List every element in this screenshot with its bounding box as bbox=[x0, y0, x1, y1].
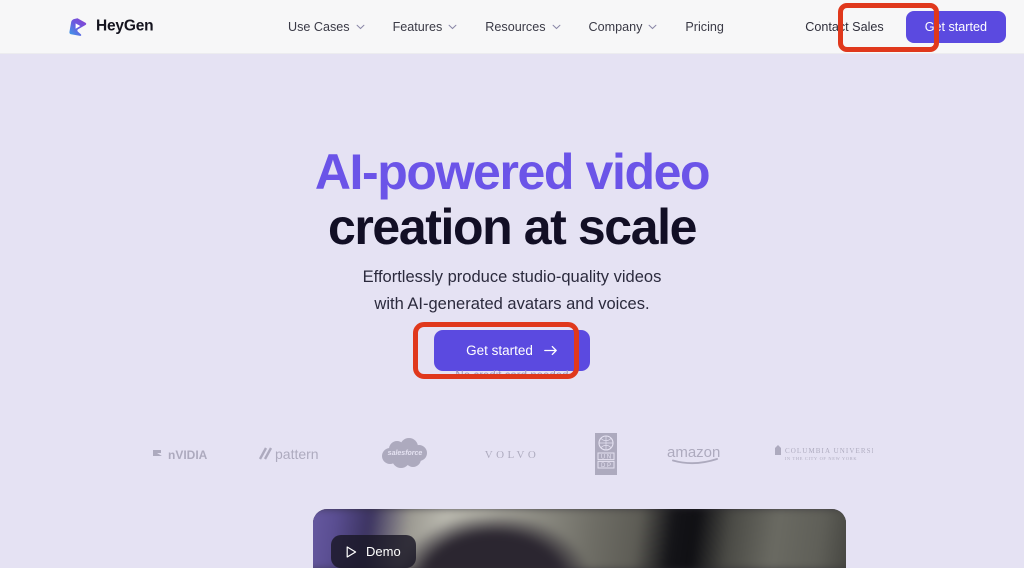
play-icon bbox=[346, 545, 357, 558]
chevron-down-icon bbox=[648, 24, 657, 30]
headline-line-2: creation at scale bbox=[327, 198, 697, 255]
brand-logo-salesforce: salesforce bbox=[379, 436, 431, 472]
demo-badge[interactable]: Demo bbox=[331, 535, 416, 568]
svg-text:pattern: pattern bbox=[275, 446, 319, 462]
chevron-down-icon bbox=[448, 24, 457, 30]
chevron-down-icon bbox=[552, 24, 561, 30]
hero-subheading: Effortlessly produce studio-quality vide… bbox=[0, 264, 1024, 317]
nav-item-pricing[interactable]: Pricing bbox=[685, 20, 724, 34]
svg-text:amazon: amazon bbox=[667, 444, 720, 461]
nav-item-use-cases[interactable]: Use Cases bbox=[288, 20, 365, 34]
customer-logo-strip: nVIDIA pattern salesforce VOLVO U N D P … bbox=[0, 426, 1024, 482]
svg-text:D P: D P bbox=[601, 463, 611, 469]
header-get-started-button[interactable]: Get started bbox=[905, 10, 1006, 43]
brand-logo-nvidia: nVIDIA bbox=[151, 446, 213, 463]
no-credit-card-note: No credit card needed bbox=[455, 370, 569, 382]
hero-cta-container: Get started bbox=[0, 330, 1024, 371]
nav-label: Pricing bbox=[685, 19, 724, 34]
hero-get-started-button[interactable]: Get started bbox=[434, 330, 590, 371]
hero-cta-label: Get started bbox=[466, 343, 533, 358]
header-actions: Contact Sales Get started bbox=[805, 10, 1006, 43]
brand-logo-amazon: amazon bbox=[663, 443, 725, 465]
contact-sales-link[interactable]: Contact Sales bbox=[805, 20, 883, 34]
svg-text:nVIDIA: nVIDIA bbox=[168, 448, 208, 462]
chevron-down-icon bbox=[356, 24, 365, 30]
svg-text:IN THE CITY OF NEW YORK: IN THE CITY OF NEW YORK bbox=[785, 456, 858, 461]
brand-logo-volvo: VOLVO bbox=[475, 447, 549, 461]
nav-label: Use Cases bbox=[288, 19, 350, 34]
demo-video-thumbnail[interactable]: Demo bbox=[313, 509, 846, 568]
hero-section: AI-powered video creation at scale Effor… bbox=[0, 54, 1024, 568]
svg-text:U N: U N bbox=[601, 455, 611, 461]
nav-item-features[interactable]: Features bbox=[393, 20, 458, 34]
nav-item-company[interactable]: Company bbox=[589, 20, 658, 34]
nav-label: Features bbox=[392, 19, 443, 34]
headline-line-1: AI-powered video bbox=[314, 144, 711, 200]
nav-label: Company bbox=[588, 19, 643, 34]
brand-logo-pattern: pattern bbox=[257, 445, 335, 463]
svg-text:salesforce: salesforce bbox=[388, 450, 423, 457]
subheading-line-1: Effortlessly produce studio-quality vide… bbox=[362, 268, 662, 286]
heygen-play-logo-icon bbox=[68, 17, 87, 36]
page-title: AI-powered video creation at scale bbox=[0, 145, 1024, 254]
brand-logo-columbia-university: COLUMBIA UNIVERSITY IN THE CITY OF NEW Y… bbox=[769, 444, 873, 464]
svg-text:COLUMBIA UNIVERSITY: COLUMBIA UNIVERSITY bbox=[785, 447, 873, 455]
logo-text: HeyGen bbox=[96, 17, 154, 35]
svg-text:VOLVO: VOLVO bbox=[485, 449, 540, 461]
demo-badge-label: Demo bbox=[366, 544, 401, 559]
nav-item-resources[interactable]: Resources bbox=[485, 20, 560, 34]
subheading-line-2: with AI-generated avatars and voices. bbox=[374, 294, 650, 313]
main-navigation: Use Cases Features Resources Company Pri… bbox=[288, 20, 724, 34]
brand-logo-undp: U N D P bbox=[593, 432, 619, 476]
arrow-right-icon bbox=[544, 345, 558, 356]
logo[interactable]: HeyGen bbox=[68, 17, 154, 36]
site-header: HeyGen Use Cases Features Resources Comp… bbox=[0, 0, 1024, 54]
nav-label: Resources bbox=[485, 19, 546, 34]
